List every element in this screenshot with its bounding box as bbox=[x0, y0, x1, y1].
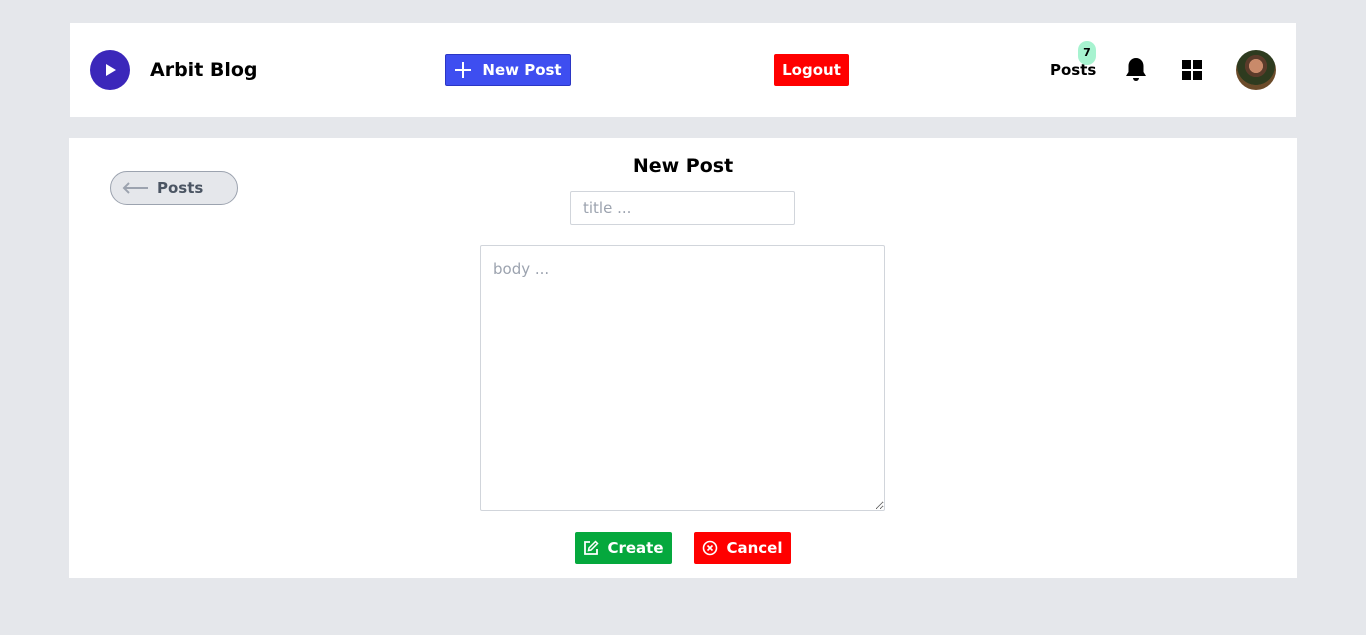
logo[interactable] bbox=[90, 50, 130, 90]
app-title[interactable]: Arbit Blog bbox=[150, 57, 258, 83]
title-input[interactable] bbox=[570, 191, 795, 225]
create-button[interactable]: Create bbox=[575, 532, 672, 564]
new-post-card: Posts New Post Create Cancel bbox=[69, 138, 1297, 578]
edit-icon bbox=[584, 540, 600, 555]
logout-button[interactable]: Logout bbox=[774, 54, 849, 86]
plus-icon bbox=[455, 62, 472, 78]
back-label: Posts bbox=[157, 179, 204, 197]
avatar[interactable] bbox=[1236, 50, 1276, 90]
cancel-button[interactable]: Cancel bbox=[694, 532, 791, 564]
arrow-left-icon bbox=[122, 182, 148, 194]
body-textarea[interactable] bbox=[480, 245, 885, 511]
create-label: Create bbox=[607, 539, 664, 557]
bell-icon[interactable] bbox=[1124, 57, 1148, 83]
close-circle-icon bbox=[703, 540, 718, 556]
top-navbar: Arbit Blog New Post Logout Posts 7 bbox=[70, 23, 1296, 117]
posts-count-badge: 7 bbox=[1078, 41, 1096, 65]
play-icon bbox=[106, 64, 116, 76]
logout-label: Logout bbox=[782, 61, 841, 79]
grid-icon[interactable] bbox=[1182, 60, 1202, 80]
cancel-label: Cancel bbox=[726, 539, 783, 557]
page-title: New Post bbox=[632, 155, 734, 177]
new-post-label: New Post bbox=[482, 61, 562, 79]
new-post-button[interactable]: New Post bbox=[445, 54, 571, 86]
